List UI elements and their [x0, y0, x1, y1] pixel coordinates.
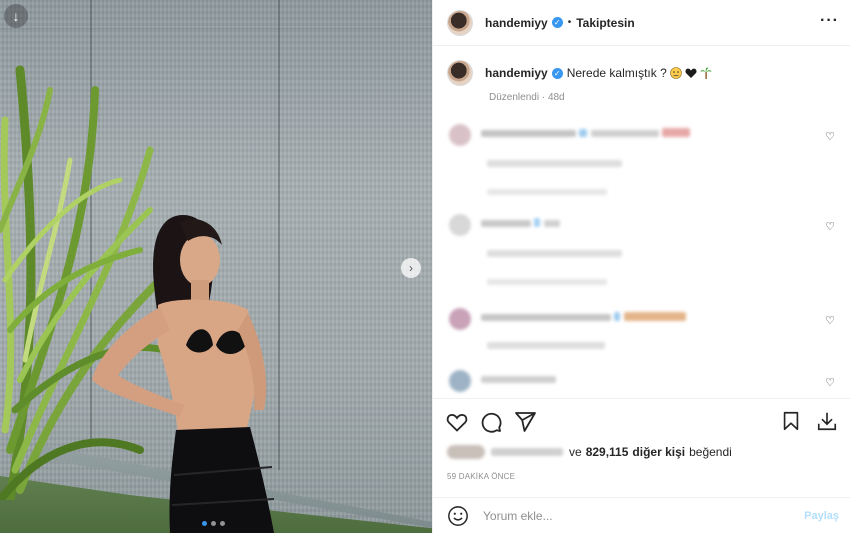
edited-label: Düzenlendi — [489, 92, 540, 103]
likes-count[interactable]: 829,115 — [586, 445, 629, 459]
caption-age[interactable]: 48d — [548, 92, 565, 103]
likes-others[interactable]: diğer kişi — [632, 445, 685, 459]
like-comment-icon[interactable]: ♡ — [825, 130, 835, 143]
caption-text: Nerede kalmıştık ? — [566, 66, 667, 80]
share-send-icon[interactable] — [513, 410, 537, 434]
header-username[interactable]: handemiyy — [485, 16, 548, 30]
emoji-picker-icon[interactable] — [447, 505, 469, 527]
follow-status[interactable]: Takiptesin — [576, 16, 634, 30]
carousel-dot[interactable] — [202, 521, 207, 526]
likes-summary: ve 829,115 diğer kişi beğendi — [447, 445, 732, 459]
comment-blurred-text — [481, 126, 691, 140]
caption-username[interactable]: handemiyy — [485, 66, 548, 80]
verified-badge-icon: ✓ — [551, 17, 563, 28]
avatar[interactable] — [447, 60, 473, 86]
avatar[interactable] — [449, 308, 471, 330]
like-heart-icon[interactable] — [445, 410, 469, 434]
post-header: handemiyy ✓ • Takiptesin ··· — [433, 0, 850, 46]
carousel-dot[interactable] — [220, 521, 225, 526]
likes-and: ve — [569, 445, 582, 459]
comment-blurred-text — [487, 246, 622, 260]
bookmark-icon[interactable] — [780, 410, 802, 432]
avatar[interactable] — [449, 214, 471, 236]
like-comment-icon[interactable]: ♡ — [825, 220, 835, 233]
likes-verb: beğendi — [689, 445, 732, 459]
liker-name-blurred — [491, 448, 563, 456]
caption-meta: Düzenlendi · 48d — [489, 92, 565, 103]
post-comment-button[interactable]: Paylaş — [804, 510, 839, 522]
comment-blurred-text — [481, 310, 686, 324]
comment-blurred-meta — [487, 184, 607, 198]
avatar[interactable] — [447, 9, 473, 36]
post-modal: ↓ › handemiyy ✓ • Takiptesin ··· handemi… — [0, 0, 850, 533]
more-options-icon[interactable]: ··· — [820, 12, 839, 30]
comment-blurred-text — [481, 216, 560, 230]
face-emoji-icon — [669, 67, 682, 79]
comment-blurred-text — [487, 156, 622, 170]
black-heart-emoji-icon — [685, 68, 697, 78]
palm-tree-emoji-icon — [700, 67, 712, 79]
separator-dot: • — [567, 17, 572, 28]
carousel-dots — [202, 521, 225, 526]
comment-blurred-meta — [487, 274, 607, 288]
post-timestamp[interactable]: 59 DAKİKA ÖNCE — [447, 472, 515, 481]
add-comment-bar: Paylaş — [433, 497, 850, 533]
download-overlay-icon[interactable]: ↓ — [4, 4, 28, 28]
liker-avatars-blurred — [447, 445, 485, 459]
post-side-panel: handemiyy ✓ • Takiptesin ··· handemiyy ✓… — [432, 0, 850, 533]
wall-panel-line — [0, 28, 432, 29]
like-comment-icon[interactable]: ♡ — [825, 314, 835, 327]
person-figure — [92, 215, 275, 533]
download-icon[interactable] — [816, 410, 838, 432]
action-bar — [433, 398, 850, 444]
caption: handemiyy ✓ Nerede kalmıştık ? Düzenlend… — [447, 60, 837, 103]
avatar[interactable] — [449, 124, 471, 146]
comment-input[interactable] — [483, 508, 783, 523]
carousel-dot[interactable] — [211, 521, 216, 526]
avatar[interactable] — [449, 370, 471, 392]
verified-badge-icon: ✓ — [551, 67, 563, 79]
post-photo[interactable]: ↓ › — [0, 0, 432, 533]
comment-blurred-text — [487, 338, 605, 352]
comment-bubble-icon[interactable] — [479, 410, 503, 434]
like-comment-icon[interactable]: ♡ — [825, 376, 835, 389]
next-slide-button[interactable]: › — [401, 258, 421, 278]
comment-blurred-text — [481, 372, 556, 386]
